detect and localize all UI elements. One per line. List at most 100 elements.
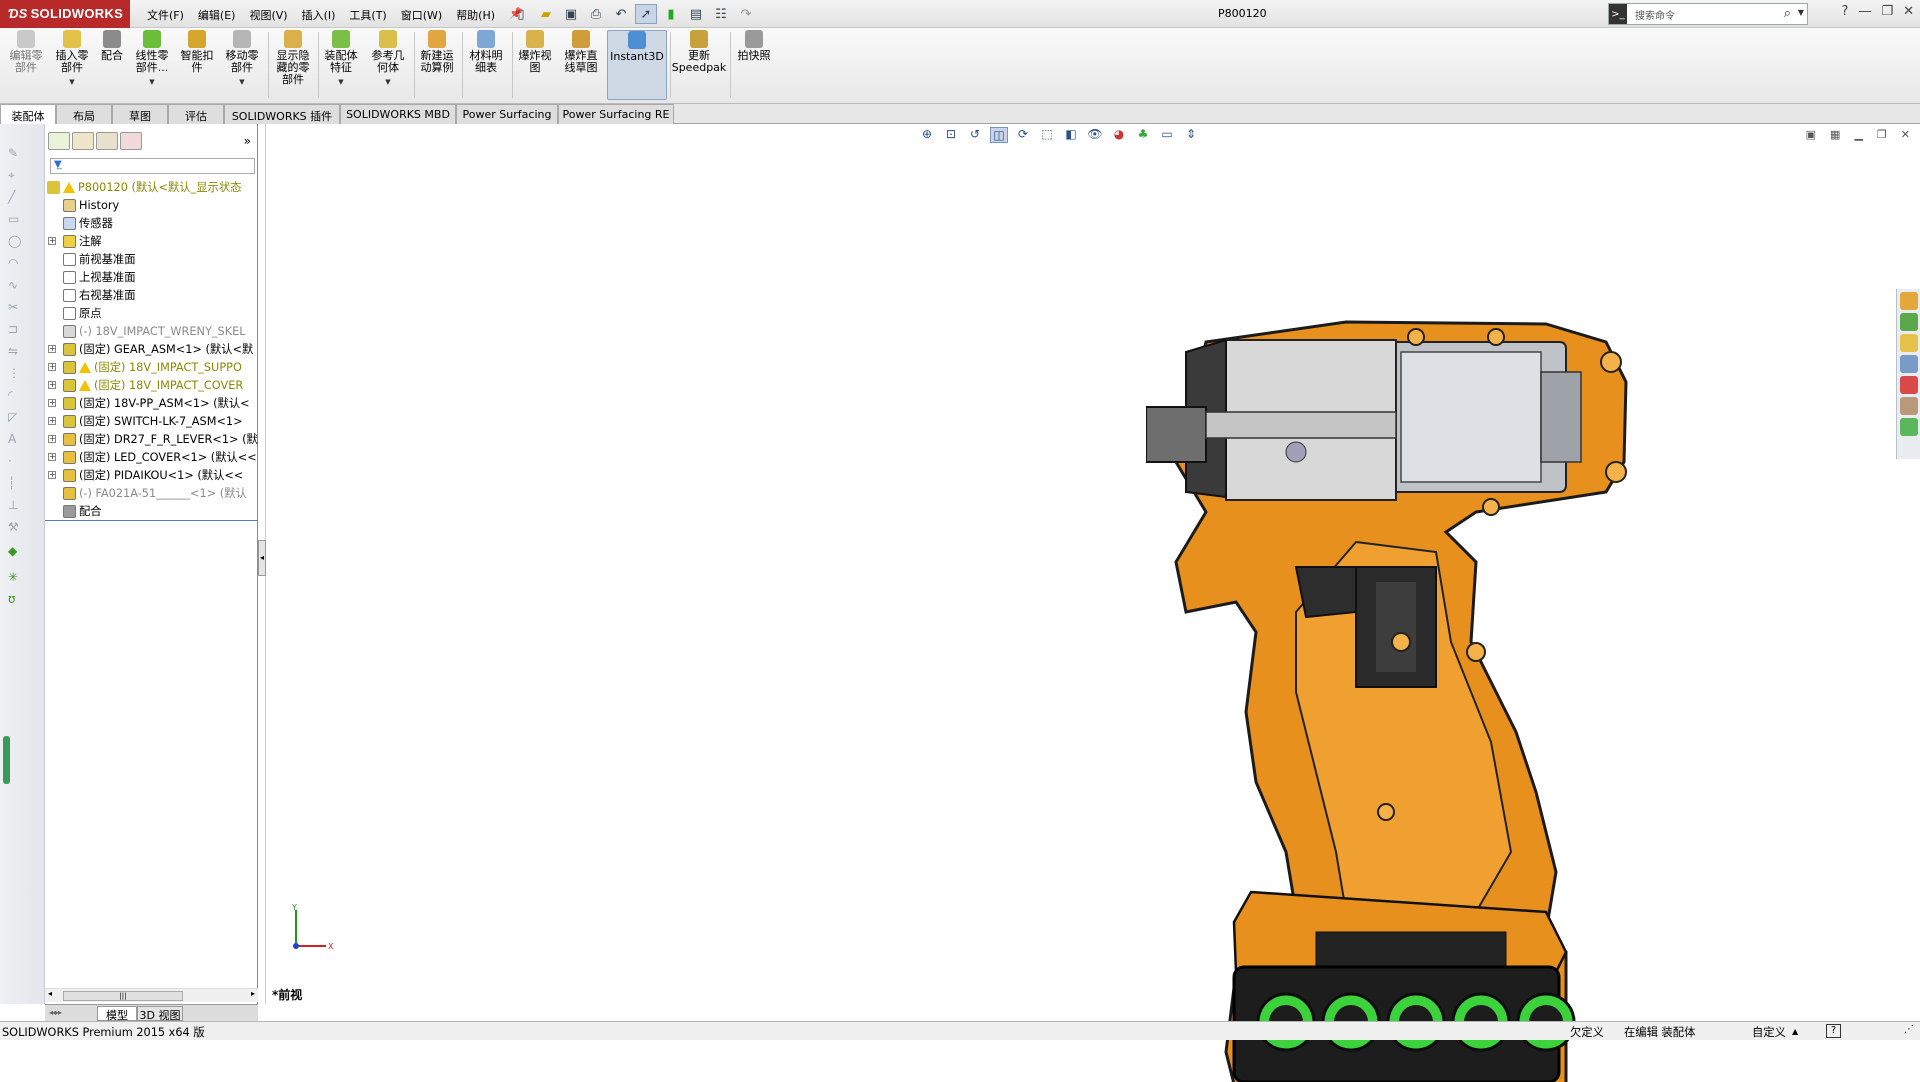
point-tool-icon[interactable]: · bbox=[8, 454, 24, 468]
chevron-down-icon[interactable]: ▼ bbox=[338, 76, 343, 88]
scroll-right-icon[interactable]: ▸ bbox=[251, 989, 255, 998]
menu-insert[interactable]: 插入(I) bbox=[295, 0, 343, 28]
tab-solidworks-addins[interactable]: SOLIDWORKS 插件 bbox=[224, 104, 340, 124]
options-icon[interactable]: ☷ bbox=[710, 4, 732, 24]
tree-item[interactable]: 配合 bbox=[45, 502, 258, 518]
toolbar-scroll-handle[interactable] bbox=[3, 736, 10, 784]
graphics-area[interactable]: ⊕ ⊡ ↺ ◫ ⟳ ⬚ ◧ 👁 ◕ ♣ ▭ ⇕ ▣ ▦ ▁ ❐ ✕ Y X bbox=[266, 124, 1920, 1082]
file-properties-icon[interactable]: ▤ bbox=[685, 4, 707, 24]
chamfer-tool-icon[interactable]: ◸ bbox=[8, 410, 24, 424]
smart-dimension-icon[interactable]: ⌖ bbox=[8, 168, 24, 182]
expand-icon[interactable]: + bbox=[48, 435, 56, 443]
mate-button[interactable]: 配合 bbox=[96, 30, 128, 100]
new-document-icon[interactable]: ▯ bbox=[510, 4, 532, 24]
tree-item[interactable]: + (固定) PIDAIKOU<1> (默认<< bbox=[45, 466, 258, 484]
custom-properties-icon[interactable] bbox=[1900, 397, 1918, 415]
panel-expand-icon[interactable]: » bbox=[244, 134, 251, 148]
restore-icon[interactable]: ❐ bbox=[1881, 4, 1893, 19]
appearances-icon[interactable] bbox=[1900, 376, 1918, 394]
dynamic-annotation-icon[interactable]: ⟳ bbox=[1014, 127, 1032, 143]
circle-tool-icon[interactable]: ◯ bbox=[8, 234, 24, 248]
offset-tool-icon[interactable]: ⊐ bbox=[8, 322, 24, 336]
instant2d-icon[interactable]: ✳ bbox=[8, 570, 24, 584]
update-speedpak-button[interactable]: 更新 Speedpak bbox=[672, 30, 726, 100]
panel-splitter[interactable]: ◂ bbox=[258, 124, 266, 1004]
tab-solidworks-mbd[interactable]: SOLIDWORKS MBD bbox=[340, 104, 456, 124]
tab-assembly[interactable]: 装配体 bbox=[0, 104, 56, 124]
print-icon[interactable]: ⎙ bbox=[585, 4, 607, 24]
expand-icon[interactable]: + bbox=[48, 237, 56, 245]
scene-icon[interactable]: ♣ bbox=[1134, 127, 1152, 143]
rollback-bar[interactable] bbox=[45, 520, 258, 521]
rectangle-tool-icon[interactable]: ▭ bbox=[8, 212, 24, 226]
chevron-down-icon[interactable]: ▼ bbox=[149, 76, 154, 88]
file-explorer-icon[interactable] bbox=[1900, 334, 1918, 352]
tree-item[interactable]: 上视基准面 bbox=[45, 268, 258, 286]
expand-icon[interactable]: + bbox=[48, 471, 56, 479]
open-folder-icon[interactable]: ▰ bbox=[535, 4, 557, 24]
show-hidden-components-button[interactable]: 显示隐 藏的零 部件 bbox=[272, 30, 314, 100]
impact-wrench-model[interactable] bbox=[1146, 312, 1766, 1082]
take-snapshot-button[interactable]: 拍快照 bbox=[732, 30, 776, 100]
units-selector[interactable]: 自定义 bbox=[1752, 1024, 1786, 1040]
tree-item[interactable]: (-) 18V_IMPACT_WRENY_SKEL bbox=[45, 322, 258, 340]
fillet-tool-icon[interactable]: ◜ bbox=[8, 388, 24, 402]
insert-component-button[interactable]: 插入零 部件 ▼ bbox=[50, 30, 94, 100]
menu-view[interactable]: 视图(V) bbox=[242, 0, 294, 28]
expand-icon[interactable]: + bbox=[48, 363, 56, 371]
design-library-icon[interactable] bbox=[1900, 313, 1918, 331]
tree-item[interactable]: 传感器 bbox=[45, 214, 258, 232]
units-dropdown-icon[interactable]: ▲ bbox=[1792, 1027, 1798, 1036]
appearance-icon[interactable]: ◕ bbox=[1110, 127, 1128, 143]
menu-edit[interactable]: 编辑(E) bbox=[191, 0, 243, 28]
expand-icon[interactable]: + bbox=[48, 453, 56, 461]
spline-tool-icon[interactable]: ∿ bbox=[8, 278, 24, 292]
section-view-icon[interactable]: ◫ bbox=[990, 127, 1008, 143]
search-input[interactable]: 搜索命令 bbox=[1635, 7, 1675, 22]
tree-item[interactable]: + (固定) SWITCH-LK-7_ASM<1> bbox=[45, 412, 258, 430]
tab-scroll-icon[interactable]: ◂◂▸▸ bbox=[49, 1008, 62, 1017]
arc-tool-icon[interactable]: ◠ bbox=[8, 256, 24, 270]
expand-icon[interactable]: + bbox=[48, 345, 56, 353]
relations-tool-icon[interactable]: ⊥ bbox=[8, 498, 24, 512]
tree-item[interactable]: + (固定) LED_COVER<1> (默认<< bbox=[45, 448, 258, 466]
tree-item[interactable]: + (固定) 18V_IMPACT_COVER bbox=[45, 376, 258, 394]
solidworks-logo[interactable]: ƊS SOLIDWORKS bbox=[0, 0, 130, 28]
trim-tool-icon[interactable]: ✂ bbox=[8, 300, 24, 314]
display-manager-tab-icon[interactable] bbox=[120, 132, 142, 150]
view-palette-icon[interactable] bbox=[1900, 355, 1918, 373]
tree-filter[interactable]: ▼̲ bbox=[50, 158, 255, 174]
tab-sketch[interactable]: 草图 bbox=[112, 104, 168, 124]
move-component-button[interactable]: 移动零 部件 ▼ bbox=[220, 30, 264, 100]
pattern-tool-icon[interactable]: ⋮ bbox=[8, 366, 24, 380]
scroll-left-icon[interactable]: ◂ bbox=[48, 989, 52, 998]
assembly-features-button[interactable]: 装配体 特征 ▼ bbox=[320, 30, 362, 100]
rebuild-traffic-light-icon[interactable]: ▮ bbox=[660, 4, 682, 24]
tree-item[interactable]: 原点 bbox=[45, 304, 258, 322]
expand-icon[interactable]: + bbox=[48, 417, 56, 425]
forum-icon[interactable] bbox=[1900, 418, 1918, 436]
tree-item[interactable]: 右视基准面 bbox=[45, 286, 258, 304]
quick-tips-icon[interactable]: ? bbox=[1826, 1024, 1841, 1038]
instant3d-button[interactable]: Instant3D bbox=[607, 30, 667, 100]
chevron-down-icon[interactable]: ▼ bbox=[1798, 8, 1804, 17]
help-icon[interactable]: ? bbox=[1842, 4, 1849, 19]
centerline-tool-icon[interactable]: ┆ bbox=[8, 476, 24, 490]
tile-view-icon[interactable]: ▦ bbox=[1830, 128, 1840, 141]
save-icon[interactable]: ▣ bbox=[560, 4, 582, 24]
tree-item[interactable]: + (固定) DR27_F_R_LEVER<1> (默 bbox=[45, 430, 258, 448]
tree-item[interactable]: (-) FA021A-51______<1> (默认 bbox=[45, 484, 258, 502]
tab-3d-views[interactable]: 3D 视图 bbox=[137, 1006, 183, 1022]
select-cursor-icon[interactable]: ➚ bbox=[635, 4, 657, 24]
sketch-tool-icon[interactable]: ✎ bbox=[8, 146, 24, 160]
zoom-to-fit-icon[interactable]: ⊕ bbox=[918, 127, 936, 143]
previous-view-icon[interactable]: ↺ bbox=[966, 127, 984, 143]
mirror-tool-icon[interactable]: ⇋ bbox=[8, 344, 24, 358]
scrollbar-thumb[interactable]: ||| bbox=[63, 991, 183, 1001]
menu-help[interactable]: 帮助(H) bbox=[449, 0, 502, 28]
viewport-close-icon[interactable]: ✕ bbox=[1901, 128, 1910, 141]
normal-to-icon[interactable]: ⇕ bbox=[1182, 127, 1200, 143]
minimize-icon[interactable]: — bbox=[1858, 4, 1871, 19]
tab-power-surfacing-re[interactable]: Power Surfacing RE bbox=[558, 104, 674, 124]
tree-root[interactable]: P800120 (默认<默认_显示状态 bbox=[45, 178, 258, 196]
